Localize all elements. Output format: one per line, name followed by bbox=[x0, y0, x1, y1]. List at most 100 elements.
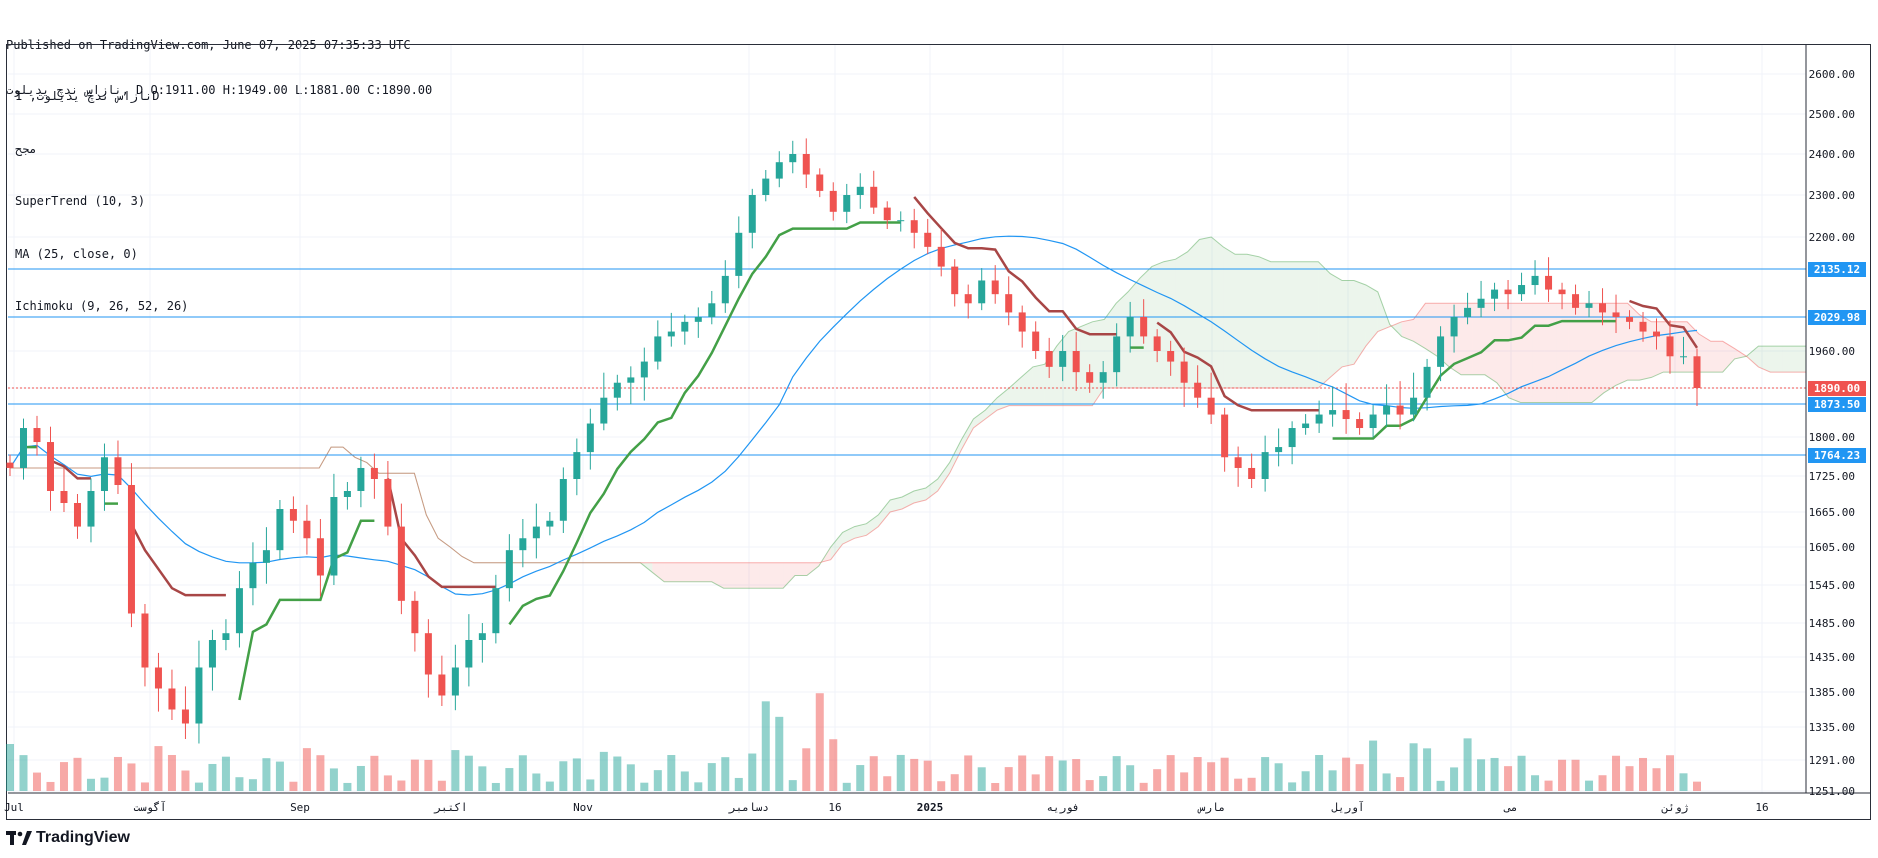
candle-body bbox=[856, 186, 864, 195]
footer: TradingView bbox=[6, 829, 130, 847]
candle-body bbox=[1410, 397, 1418, 415]
candle-body bbox=[1315, 414, 1323, 424]
candle-body bbox=[289, 509, 297, 521]
y-tick-label: 1725.00 bbox=[1809, 470, 1855, 483]
volume-bar bbox=[1180, 772, 1189, 791]
x-tick-label: اکتبر bbox=[433, 801, 467, 814]
volume-bar bbox=[1571, 759, 1580, 791]
candle-body bbox=[1221, 414, 1229, 458]
volume-bar bbox=[586, 779, 595, 791]
ichimoku-cloud-segment bbox=[1472, 303, 1485, 375]
volume-bar bbox=[1463, 738, 1472, 791]
candle-body bbox=[532, 526, 540, 539]
candle-body bbox=[735, 232, 743, 276]
volume-bar bbox=[721, 757, 730, 791]
candle-body bbox=[343, 491, 351, 497]
volume-bar bbox=[100, 777, 109, 791]
candle-body bbox=[1275, 447, 1283, 453]
volume-bar bbox=[248, 779, 257, 791]
price-label-text: 1764.23 bbox=[1814, 449, 1860, 462]
y-tick-label: 1960.00 bbox=[1809, 345, 1855, 358]
candle-body bbox=[168, 688, 176, 710]
candle-body bbox=[1369, 414, 1377, 429]
candle-body bbox=[1450, 316, 1458, 337]
volume-bar bbox=[842, 782, 851, 791]
candle-body bbox=[492, 588, 500, 634]
y-tick-label: 1291.00 bbox=[1809, 754, 1855, 767]
volume-bar bbox=[1288, 782, 1297, 791]
candle-body bbox=[141, 613, 149, 668]
volume-bar bbox=[289, 781, 298, 791]
volume-bar bbox=[1126, 765, 1135, 791]
volume-bar bbox=[1166, 755, 1175, 791]
candle-body bbox=[478, 633, 486, 640]
volume-bar bbox=[194, 782, 203, 791]
volume-bar bbox=[950, 774, 959, 791]
ichimoku-cloud-segment bbox=[1009, 377, 1021, 406]
ichimoku-cloud-segment bbox=[1532, 303, 1545, 403]
volume-bar bbox=[977, 767, 986, 791]
candle-body bbox=[910, 220, 918, 233]
volume-bar bbox=[181, 770, 190, 791]
ichimoku-cloud-segment bbox=[1746, 346, 1759, 367]
price-chart[interactable]: 2600.00 2500.00 2400.00 2300.00 2200.00 2135.… bbox=[0, 0, 1878, 858]
candle-body bbox=[640, 361, 648, 378]
candle-body bbox=[1288, 428, 1296, 448]
candle-body bbox=[1072, 351, 1080, 373]
candle-body bbox=[1302, 423, 1310, 429]
ichimoku-cloud-segment bbox=[1401, 319, 1414, 342]
candle-body bbox=[816, 174, 824, 191]
price-label-text: 2029.98 bbox=[1814, 311, 1860, 324]
candle-body bbox=[829, 190, 837, 212]
volume-bar bbox=[1274, 763, 1283, 791]
volume-bar bbox=[1369, 740, 1378, 791]
candle-body bbox=[559, 479, 567, 521]
candle-body bbox=[1693, 356, 1701, 388]
volume-bar bbox=[1531, 775, 1540, 791]
volume-bar bbox=[856, 765, 865, 791]
ichimoku-cloud-segment bbox=[687, 562, 700, 582]
ichimoku-cloud-segment bbox=[1556, 303, 1569, 403]
ichimoku-cloud-segment bbox=[676, 562, 688, 582]
candle-body bbox=[1167, 351, 1175, 362]
volume-bar bbox=[734, 777, 743, 791]
volume-bar bbox=[370, 755, 379, 791]
candle-body bbox=[694, 316, 702, 322]
volume-bar bbox=[1045, 756, 1054, 791]
ichimoku-cloud-segment bbox=[699, 562, 712, 582]
volume-bar bbox=[1193, 757, 1202, 791]
ichimoku-cloud-segment bbox=[1544, 303, 1557, 403]
candle-body bbox=[33, 428, 41, 443]
candle-body bbox=[883, 207, 891, 221]
candle-body bbox=[87, 491, 95, 527]
candle-body bbox=[951, 266, 959, 295]
volume-bar bbox=[1355, 764, 1364, 791]
candle-body bbox=[519, 538, 527, 551]
candle-body bbox=[1477, 298, 1485, 308]
volume-bar bbox=[613, 756, 622, 791]
candle-body bbox=[964, 294, 972, 304]
volume-bar bbox=[1328, 770, 1337, 791]
volume-bar bbox=[167, 755, 176, 791]
x-tick-label: ژوئن bbox=[1661, 801, 1689, 814]
volume-bar bbox=[923, 760, 932, 791]
candle-body bbox=[681, 321, 689, 332]
candle-body bbox=[1005, 294, 1013, 313]
candle-body bbox=[897, 220, 905, 222]
y-tick-label: 1665.00 bbox=[1809, 506, 1855, 519]
volume-bar bbox=[140, 782, 149, 791]
candle-body bbox=[1626, 316, 1634, 322]
candle-body bbox=[235, 588, 243, 634]
candle-body bbox=[667, 331, 675, 337]
candle-body bbox=[249, 562, 257, 589]
volume-bar bbox=[1301, 771, 1310, 791]
ichimoku-cloud-segment bbox=[973, 410, 986, 429]
candle-body bbox=[195, 667, 203, 724]
candle-body bbox=[1342, 410, 1350, 420]
candle-body bbox=[1666, 336, 1674, 357]
candle-body bbox=[843, 195, 851, 212]
volume-bar bbox=[707, 763, 716, 791]
candle-body bbox=[1261, 452, 1269, 479]
volume-bar bbox=[491, 782, 500, 791]
volume-bar bbox=[788, 780, 797, 791]
